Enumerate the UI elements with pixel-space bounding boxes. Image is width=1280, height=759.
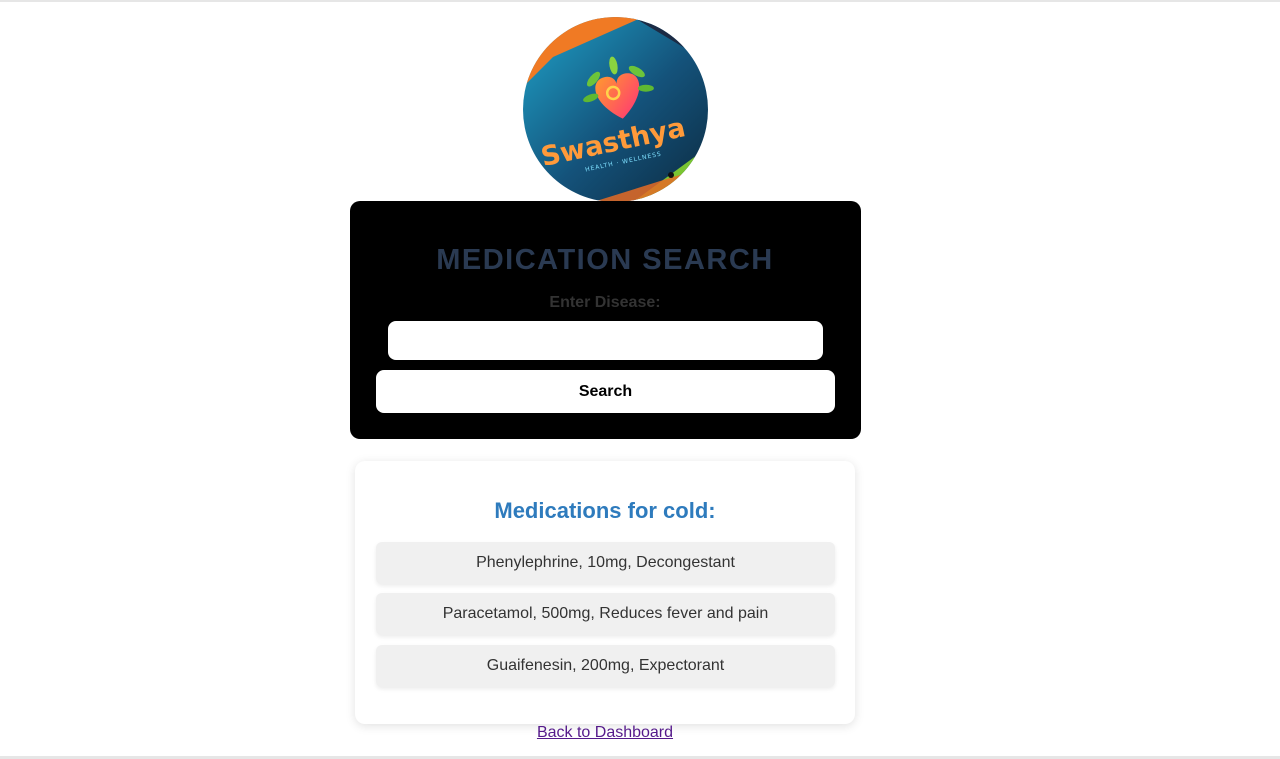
medication-item: Paracetamol, 500mg, Reduces fever and pa… xyxy=(376,593,835,635)
disease-label: Enter Disease: xyxy=(549,294,661,311)
medication-item: Phenylephrine, 10mg, Decongestant xyxy=(376,542,835,584)
top-divider xyxy=(0,0,1280,2)
search-title: MEDICATION SEARCH xyxy=(436,244,774,276)
swasthya-logo: Swasthya HEALTH · WELLNESS xyxy=(523,17,708,202)
results-title: Medications for cold: xyxy=(494,498,716,523)
logo-image: Swasthya HEALTH · WELLNESS xyxy=(523,17,708,202)
back-to-dashboard-link[interactable]: Back to Dashboard xyxy=(0,724,1210,742)
disease-input[interactable] xyxy=(388,321,823,360)
search-button[interactable]: Search xyxy=(376,370,835,413)
medication-item: Guaifenesin, 200mg, Expectorant xyxy=(376,645,835,687)
